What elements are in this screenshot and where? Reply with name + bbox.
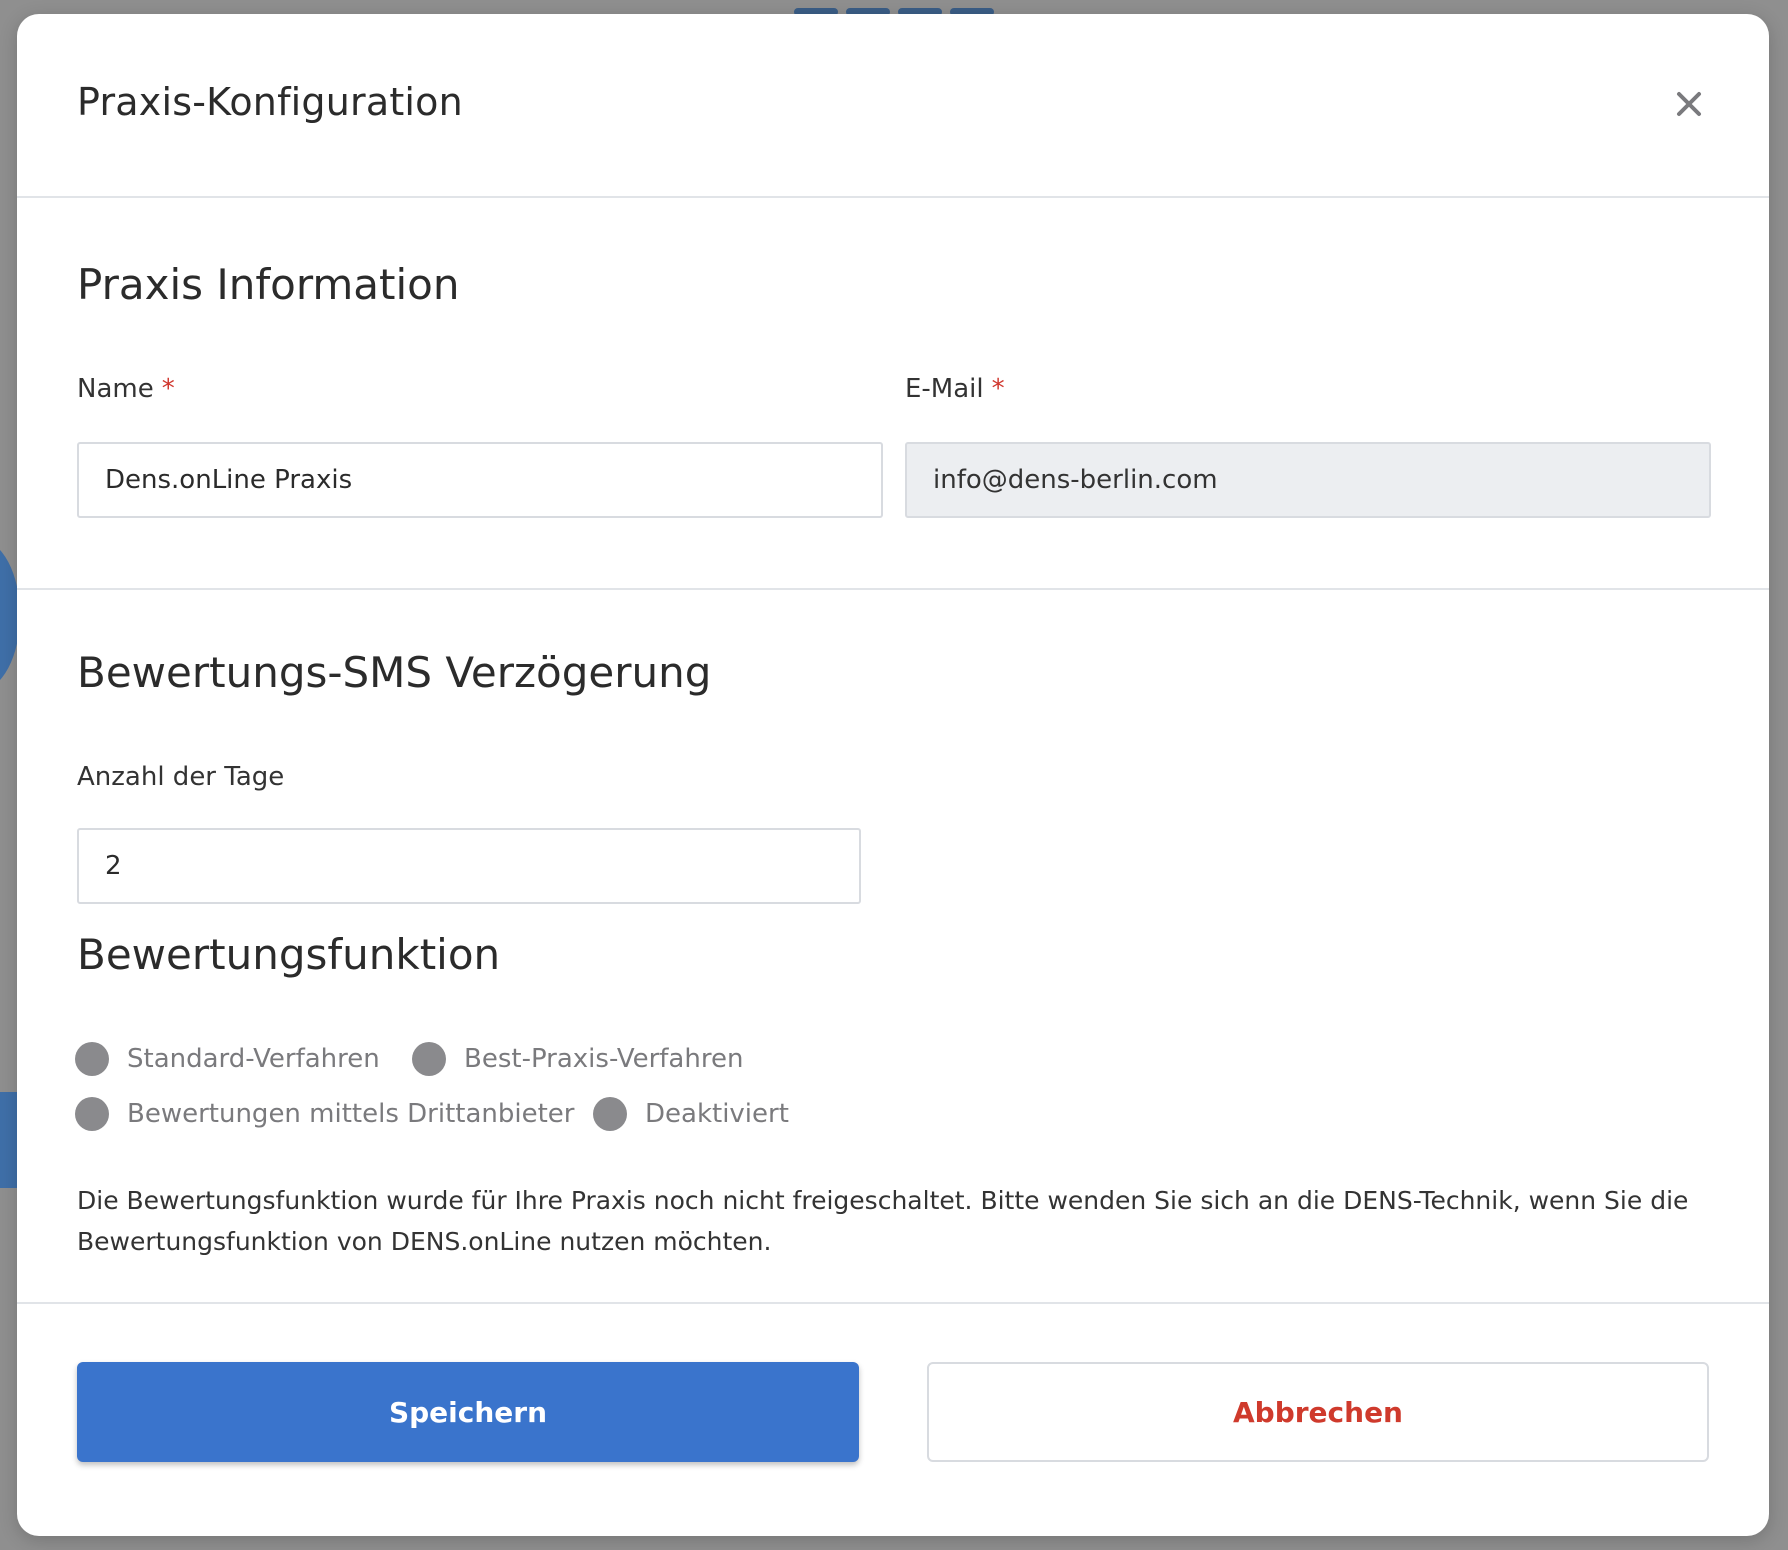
radio-standard[interactable]: Standard-Verfahren	[75, 1042, 380, 1076]
radio-deactivated[interactable]: Deaktiviert	[593, 1097, 789, 1131]
radio-label: Bewertungen mittels Drittanbieter	[127, 1099, 575, 1129]
radio-label: Standard-Verfahren	[127, 1044, 380, 1074]
days-label: Anzahl der Tage	[77, 762, 285, 792]
practice-config-modal: Praxis-Konfiguration Praxis Information …	[17, 14, 1769, 1536]
radio-label: Deaktiviert	[645, 1099, 789, 1129]
radio-third-party[interactable]: Bewertungen mittels Drittanbieter	[75, 1097, 574, 1131]
close-button[interactable]	[1667, 82, 1711, 126]
section-heading: Praxis Information	[77, 260, 460, 309]
sms-delay-heading: Bewertungs-SMS Verzögerung	[77, 648, 712, 697]
close-icon	[1677, 92, 1701, 116]
background-decoration	[0, 1092, 18, 1188]
modal-title: Praxis-Konfiguration	[77, 80, 463, 124]
cancel-button[interactable]: Abbrechen	[927, 1362, 1709, 1462]
rating-notice: Die Bewertungsfunktion wurde für Ihre Pr…	[77, 1186, 1689, 1256]
email-input	[905, 442, 1711, 518]
name-label-text: Name	[77, 374, 154, 404]
radio-dot	[593, 1097, 627, 1131]
modal-header: Praxis-Konfiguration	[17, 14, 1769, 198]
radio-best-practice[interactable]: Best-Praxis-Verfahren	[412, 1042, 743, 1076]
required-marker: *	[161, 374, 175, 404]
practice-info-section: Praxis Information Name* E-Mail*	[17, 198, 1769, 590]
modal-footer: Speichern Abbrechen	[17, 1312, 1769, 1536]
radio-label: Best-Praxis-Verfahren	[464, 1044, 744, 1074]
rating-section: Bewertungs-SMS Verzögerung Anzahl der Ta…	[17, 590, 1769, 1304]
days-input[interactable]	[77, 828, 861, 904]
radio-dot	[412, 1042, 446, 1076]
email-label: E-Mail *	[905, 374, 1005, 404]
email-label-text: E-Mail	[905, 374, 984, 404]
name-label: Name *	[77, 374, 175, 404]
name-input[interactable]	[77, 442, 883, 518]
rating-function-heading: Bewertungsfunktion	[77, 930, 501, 979]
radio-dot	[75, 1042, 109, 1076]
required-marker: *	[991, 374, 1005, 404]
radio-dot	[75, 1097, 109, 1131]
save-button[interactable]: Speichern	[77, 1362, 859, 1462]
